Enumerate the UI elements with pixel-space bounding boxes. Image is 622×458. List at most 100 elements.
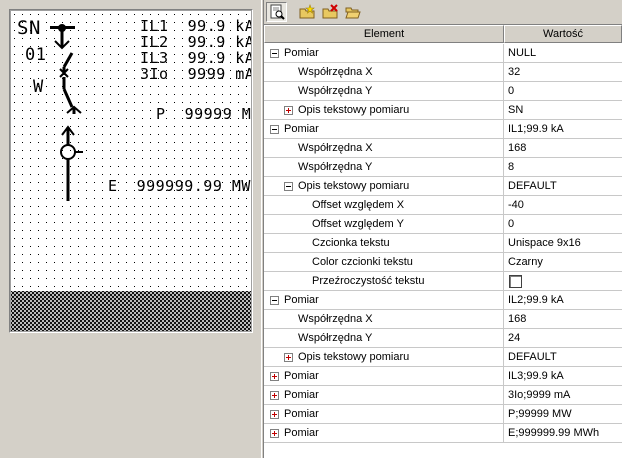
- table-row[interactable]: Współrzędna Y 0: [264, 82, 622, 101]
- cell-element[interactable]: Współrzędna Y: [264, 329, 504, 348]
- table-row[interactable]: Color czcionki tekstu Czarny: [264, 253, 622, 272]
- new-element-button[interactable]: [296, 2, 317, 22]
- property-value[interactable]: IL2;99.9 kA: [505, 291, 622, 310]
- property-label: Pomiar: [284, 408, 319, 420]
- delete-element-button[interactable]: [319, 2, 340, 22]
- property-value[interactable]: Unispace 9x16: [505, 234, 622, 253]
- property-value[interactable]: DEFAULT: [505, 348, 622, 367]
- cell-element[interactable]: Współrzędna Y: [264, 82, 504, 101]
- table-row[interactable]: Opis tekstowy pomiaru SN: [264, 101, 622, 120]
- table-row[interactable]: Współrzędna Y 24: [264, 329, 622, 348]
- cell-element[interactable]: Opis tekstowy pomiaru: [264, 177, 504, 196]
- table-row[interactable]: Offset względem Y 0: [264, 215, 622, 234]
- lcd-display[interactable]: SN 01 W IL1 99.9 kA IL2 99.9 kA IL3 99.9…: [11, 11, 251, 331]
- cell-element[interactable]: Pomiar: [264, 120, 504, 139]
- expand-plus-icon[interactable]: [270, 372, 279, 381]
- property-label: Opis tekstowy pomiaru: [298, 104, 410, 116]
- property-value[interactable]: E;999999.99 MWh: [505, 424, 622, 443]
- property-value[interactable]: 8: [505, 158, 622, 177]
- property-value[interactable]: 0: [505, 82, 622, 101]
- table-row[interactable]: Współrzędna Y 8: [264, 158, 622, 177]
- cell-element[interactable]: Współrzędna Y: [264, 158, 504, 177]
- property-label: Opis tekstowy pomiaru: [298, 180, 410, 192]
- lcd-measure-e: E 999999.99 MWh: [108, 177, 251, 195]
- transparency-checkbox[interactable]: [509, 275, 522, 288]
- table-row[interactable]: Pomiar IL2;99.9 kA: [264, 291, 622, 310]
- cell-element[interactable]: Czcionka tekstu: [264, 234, 504, 253]
- collapse-minus-icon[interactable]: [270, 125, 279, 134]
- collapse-minus-icon[interactable]: [270, 296, 279, 305]
- table-row[interactable]: Przeźroczystość tekstu: [264, 272, 622, 291]
- property-label: Współrzędna Y: [298, 332, 373, 344]
- property-value[interactable]: SN: [505, 101, 622, 120]
- property-label: Color czcionki tekstu: [312, 256, 413, 268]
- property-value[interactable]: [505, 272, 622, 291]
- expand-plus-icon[interactable]: [284, 353, 293, 362]
- cell-element[interactable]: Offset względem X: [264, 196, 504, 215]
- property-pane: Element Wartość Pomiar NULL Współrzędna X 3…: [264, 0, 622, 458]
- property-value[interactable]: 0: [505, 215, 622, 234]
- cell-element[interactable]: Opis tekstowy pomiaru: [264, 101, 504, 120]
- property-label: Współrzędna X: [298, 313, 373, 325]
- column-header-value[interactable]: Wartość: [504, 25, 622, 43]
- property-value[interactable]: 168: [505, 139, 622, 158]
- table-row[interactable]: Pomiar E;999999.99 MWh: [264, 424, 622, 443]
- property-label: Współrzędna X: [298, 142, 373, 154]
- cell-element[interactable]: Współrzędna X: [264, 310, 504, 329]
- table-row[interactable]: Pomiar IL1;99.9 kA: [264, 120, 622, 139]
- property-grid: Element Wartość Pomiar NULL Współrzędna X 3…: [264, 24, 622, 458]
- table-row[interactable]: Współrzędna X 168: [264, 139, 622, 158]
- page-view-button[interactable]: [266, 2, 287, 22]
- property-label: Przeźroczystość tekstu: [312, 275, 425, 287]
- collapse-minus-icon[interactable]: [284, 182, 293, 191]
- collapse-minus-icon[interactable]: [270, 49, 279, 58]
- lcd-status-bar: [11, 291, 251, 331]
- property-value[interactable]: Czarny: [505, 253, 622, 272]
- expand-plus-icon[interactable]: [270, 429, 279, 438]
- toolbar: [264, 0, 622, 24]
- table-row[interactable]: Opis tekstowy pomiaru DEFAULT: [264, 177, 622, 196]
- expand-plus-icon[interactable]: [270, 391, 279, 400]
- lcd-measure-il2: IL2 99.9 kA: [140, 33, 251, 51]
- property-value[interactable]: -40: [505, 196, 622, 215]
- property-label: Współrzędna X: [298, 66, 373, 78]
- property-label: Współrzędna Y: [298, 161, 373, 173]
- cell-element[interactable]: Pomiar: [264, 44, 504, 63]
- table-row[interactable]: Czcionka tekstu Unispace 9x16: [264, 234, 622, 253]
- table-row[interactable]: Offset względem X -40: [264, 196, 622, 215]
- property-value[interactable]: NULL: [505, 44, 622, 63]
- column-header-element[interactable]: Element: [264, 25, 504, 43]
- cell-element[interactable]: Offset względem Y: [264, 215, 504, 234]
- cell-element[interactable]: Opis tekstowy pomiaru: [264, 348, 504, 367]
- property-value[interactable]: 3Io;9999 mA: [505, 386, 622, 405]
- open-folder-button[interactable]: [342, 2, 363, 22]
- expand-plus-icon[interactable]: [284, 106, 293, 115]
- cell-element[interactable]: Pomiar: [264, 367, 504, 386]
- cell-element[interactable]: Pomiar: [264, 424, 504, 443]
- cell-element[interactable]: Pomiar: [264, 405, 504, 424]
- property-label: Pomiar: [284, 370, 319, 382]
- cell-element[interactable]: Pomiar: [264, 291, 504, 310]
- table-row[interactable]: Pomiar 3Io;9999 mA: [264, 386, 622, 405]
- delete-element-icon: [322, 4, 338, 19]
- table-row[interactable]: Współrzędna X 32: [264, 63, 622, 82]
- property-value[interactable]: 24: [505, 329, 622, 348]
- cell-element[interactable]: Współrzędna X: [264, 139, 504, 158]
- table-row[interactable]: Pomiar IL3;99.9 kA: [264, 367, 622, 386]
- expand-plus-icon[interactable]: [270, 410, 279, 419]
- property-value[interactable]: DEFAULT: [505, 177, 622, 196]
- cell-element[interactable]: Color czcionki tekstu: [264, 253, 504, 272]
- cell-element[interactable]: Współrzędna X: [264, 63, 504, 82]
- table-row[interactable]: Współrzędna X 168: [264, 310, 622, 329]
- property-value[interactable]: 32: [505, 63, 622, 82]
- table-row[interactable]: Pomiar P;99999 MW: [264, 405, 622, 424]
- table-row[interactable]: Pomiar NULL: [264, 44, 622, 63]
- property-value[interactable]: IL1;99.9 kA: [505, 120, 622, 139]
- property-value[interactable]: 168: [505, 310, 622, 329]
- cell-element[interactable]: Pomiar: [264, 386, 504, 405]
- cell-element[interactable]: Przeźroczystość tekstu: [264, 272, 504, 291]
- table-row[interactable]: Opis tekstowy pomiaru DEFAULT: [264, 348, 622, 367]
- property-value[interactable]: IL3;99.9 kA: [505, 367, 622, 386]
- property-label: Pomiar: [284, 47, 319, 59]
- property-value[interactable]: P;99999 MW: [505, 405, 622, 424]
